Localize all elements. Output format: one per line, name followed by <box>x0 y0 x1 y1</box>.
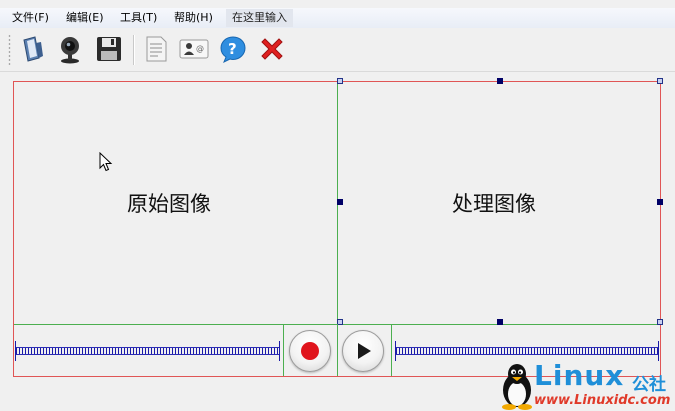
record-icon <box>301 342 319 360</box>
svg-text:@: @ <box>196 44 204 53</box>
processed-image-label: 处理图像 <box>452 192 536 216</box>
svg-text:?: ? <box>228 40 237 58</box>
help-button[interactable]: ? <box>217 33 249 65</box>
menu-tools[interactable]: 工具(T) <box>120 10 157 26</box>
phone-book-icon <box>23 36 43 62</box>
resize-handle[interactable] <box>497 78 503 84</box>
watermark-url: www.Linuxidc.com <box>534 393 671 408</box>
save-icon <box>97 37 121 61</box>
menu-edit[interactable]: 编辑(E) <box>66 10 104 26</box>
help-icon: ? <box>220 36 246 64</box>
tux-penguin-icon <box>502 364 532 410</box>
menu-help[interactable]: 帮助(H) <box>174 10 213 26</box>
toolbar: @ ? <box>0 28 675 72</box>
right-slider-end <box>658 341 659 361</box>
resize-handle[interactable] <box>337 78 343 84</box>
toolbar-separator <box>133 35 134 65</box>
resize-handle[interactable] <box>657 199 663 205</box>
webcam-icon <box>61 37 79 64</box>
toolbar-grip[interactable] <box>8 34 11 66</box>
close-icon <box>261 38 283 60</box>
right-slider-track[interactable] <box>396 347 658 355</box>
original-image-label: 原始图像 <box>127 192 211 216</box>
resize-handle[interactable] <box>337 199 343 205</box>
left-slider-end <box>279 341 280 361</box>
watermark-suffix: 公社 <box>632 375 666 395</box>
resize-handle[interactable] <box>657 319 663 325</box>
contact-card-icon: @ <box>179 39 209 59</box>
play-button[interactable] <box>342 330 384 372</box>
menu-bar: 文件(F) 编辑(E) 工具(T) 帮助(H) 在这里输入 <box>0 8 675 28</box>
resize-handle[interactable] <box>497 319 503 325</box>
document-button[interactable] <box>140 33 172 65</box>
control-divider <box>283 324 284 376</box>
record-button[interactable] <box>289 330 331 372</box>
save-button[interactable] <box>93 33 125 65</box>
play-icon <box>358 343 371 359</box>
menu-file[interactable]: 文件(F) <box>12 10 49 26</box>
left-slider-track[interactable] <box>16 347 279 355</box>
watermark-title: Linux <box>534 359 625 392</box>
control-divider <box>337 324 338 376</box>
resize-handle[interactable] <box>657 78 663 84</box>
webcam-button[interactable] <box>54 33 86 65</box>
contact-card-button[interactable]: @ <box>178 33 210 65</box>
phone-book-button[interactable] <box>16 33 48 65</box>
menu-type-here[interactable]: 在这里输入 <box>226 9 293 27</box>
app-window: 文件(F) 编辑(E) 工具(T) 帮助(H) 在这里输入 @ ? 原始图像 处… <box>0 0 675 411</box>
control-divider <box>391 324 392 376</box>
site-watermark: Linux 公社 www.Linuxidc.com <box>500 359 675 411</box>
document-icon <box>146 36 167 62</box>
mouse-cursor-icon <box>99 152 113 172</box>
close-button[interactable] <box>256 33 288 65</box>
